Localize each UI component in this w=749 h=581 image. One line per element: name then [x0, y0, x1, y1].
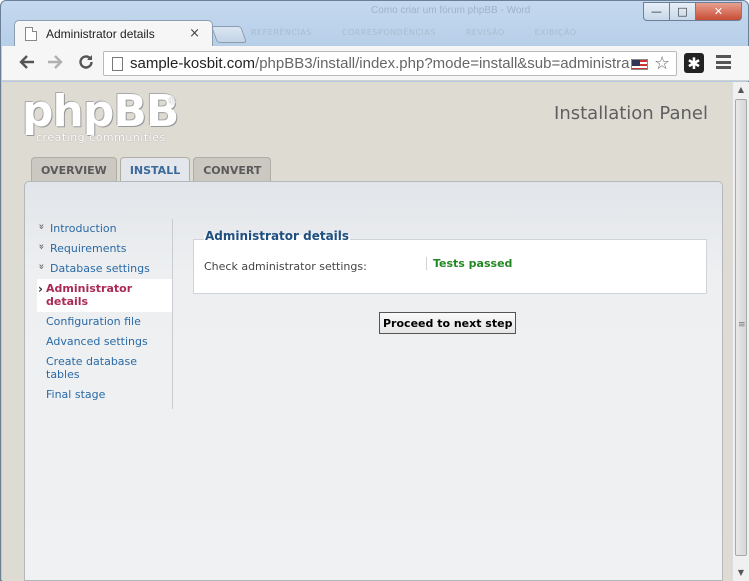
menu-item-configuration-file[interactable]: Configuration file	[37, 312, 172, 332]
window-controls: — □ ✕	[643, 2, 742, 21]
extension-icon[interactable]: ✱	[684, 53, 704, 73]
browser-tab-active[interactable]: Administrator details ×	[14, 20, 213, 47]
logo-registered-mark: ®	[167, 94, 178, 107]
url-text[interactable]: sample-kosbit.com/phpBB3/install/index.p…	[130, 55, 630, 72]
content-panel: Introduction Requirements Database setti…	[24, 181, 723, 581]
administrator-details-fieldset: Administrator details Check administrato…	[193, 229, 707, 294]
flag-icon[interactable]	[631, 59, 648, 70]
reload-icon[interactable]	[75, 53, 97, 76]
menu-item-final-stage[interactable]: Final stage	[37, 385, 172, 405]
back-icon[interactable]	[16, 53, 38, 76]
forward-icon[interactable]	[44, 53, 66, 76]
page-favicon-icon	[25, 27, 37, 41]
scroll-down-arrow-icon[interactable]: ▼	[733, 565, 749, 581]
ghost-tab: REVISÃO	[465, 28, 505, 37]
browser-window: Como criar um fórum phpBB - Word — □ ✕ A…	[0, 0, 749, 581]
ghost-tab: REFERÊNCIAS	[251, 28, 312, 37]
proceed-button[interactable]: Proceed to next step	[379, 312, 517, 334]
browser-toolbar: sample-kosbit.com/phpBB3/install/index.p…	[2, 46, 749, 81]
scroll-up-arrow-icon[interactable]: ▲	[733, 82, 749, 98]
fieldset-legend: Administrator details	[204, 229, 351, 243]
page-icon	[112, 57, 123, 71]
address-bar[interactable]: sample-kosbit.com/phpBB3/install/index.p…	[103, 51, 677, 76]
url-host: sample-kosbit.com	[130, 55, 256, 72]
menu-item-introduction[interactable]: Introduction	[37, 219, 172, 239]
menu-item-administrator-details[interactable]: Administrator details	[37, 279, 172, 312]
thumb-grip-icon: ≡	[738, 320, 746, 330]
close-window-button[interactable]: ✕	[696, 2, 742, 21]
page-viewport: phpBB ® creating communities Installatio…	[2, 82, 732, 581]
phpbb-logo: phpBB ® creating communities	[22, 86, 179, 145]
menu-icon[interactable]	[716, 55, 731, 69]
panel-tabs: OVERVIEW INSTALL CONVERT	[31, 157, 272, 183]
tab-close-icon[interactable]: ×	[189, 26, 200, 41]
logo-text: phpBB	[22, 86, 179, 137]
tab-convert[interactable]: CONVERT	[193, 157, 272, 182]
url-path: /phpBB3/install/index.php?mode=install&s…	[255, 55, 630, 72]
scroll-thumb[interactable]: ≡	[735, 99, 747, 556]
tab-title: Administrator details	[46, 27, 155, 41]
menu-item-create-database-tables[interactable]: Create database tables	[37, 352, 172, 385]
logo-tagline: creating communities	[36, 131, 166, 144]
menu-item-advanced-settings[interactable]: Advanced settings	[37, 332, 172, 352]
check-settings-label: Check administrator settings:	[204, 260, 367, 273]
star-icon[interactable]: ☆	[654, 53, 670, 74]
minimize-button[interactable]: —	[643, 2, 670, 21]
menu-item-requirements[interactable]: Requirements	[37, 239, 172, 259]
vertical-scrollbar[interactable]: ▲ ≡ ▼	[732, 82, 749, 581]
install-steps-menu: Introduction Requirements Database setti…	[37, 219, 173, 409]
ghost-tab: CORRESPONDÊNCIAS	[341, 28, 436, 37]
tab-install[interactable]: INSTALL	[119, 157, 191, 183]
page-title: Installation Panel	[554, 103, 708, 124]
background-ribbon-tabs: REFERÊNCIAS CORRESPONDÊNCIAS REVISÃO EXI…	[251, 28, 577, 37]
menu-item-database-settings[interactable]: Database settings	[37, 259, 172, 279]
ghost-tab: EXIBIÇÃO	[534, 28, 577, 37]
maximize-button[interactable]: □	[670, 2, 696, 21]
tab-overview[interactable]: OVERVIEW	[31, 157, 117, 182]
new-tab-button[interactable]	[210, 26, 248, 43]
check-result-status: Tests passed	[426, 257, 512, 270]
background-window-title: Como criar um fórum phpBB - Word	[371, 5, 531, 16]
